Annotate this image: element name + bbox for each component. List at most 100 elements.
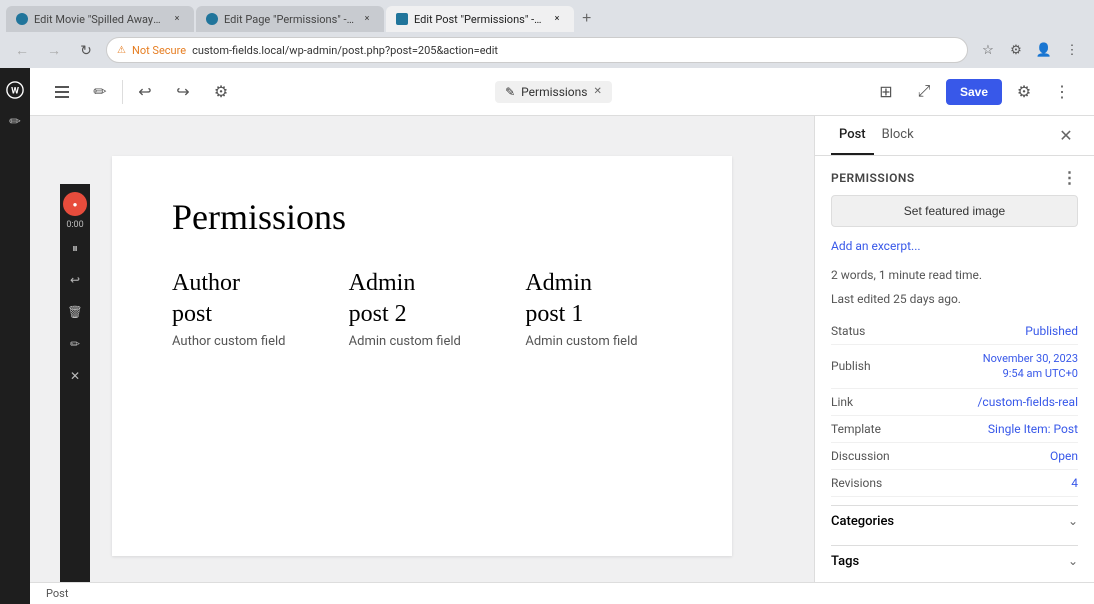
new-tab-button[interactable]: + [576, 10, 597, 28]
status-value[interactable]: Published [1025, 324, 1078, 338]
panel-section-header: Permissions ⋮ [831, 168, 1078, 187]
revisions-row: Revisions 4 [831, 470, 1078, 497]
template-value[interactable]: Single Item: Post [988, 422, 1078, 436]
status-bar: Post [30, 582, 1094, 604]
sidebar-icon-edit[interactable]: ✏ [1, 108, 29, 136]
col-field-3: Admin custom field [525, 334, 672, 349]
settings-button[interactable]: ⚙ [1008, 76, 1040, 108]
column-2: Admin post 2 Admin custom field [349, 268, 496, 349]
forward-button[interactable]: → [42, 38, 66, 62]
excerpt-link[interactable]: Add an excerpt... [831, 239, 921, 253]
tab-label-3: Edit Post "Permissions" - cu... [414, 13, 544, 26]
tools-button[interactable]: ⚙ [205, 76, 237, 108]
main-layout: W ✏ ✏ ↩ ↪ ⚙ [0, 68, 1094, 604]
tab-block[interactable]: Block [874, 116, 922, 155]
toggle-sidebar-button[interactable] [46, 76, 78, 108]
back-button[interactable]: ← [10, 38, 34, 62]
recording-time: 0:00 [66, 220, 83, 230]
featured-image-section: Set featured image [831, 195, 1078, 227]
reload-button[interactable]: ↻ [74, 38, 98, 62]
record-button[interactable]: ● [63, 192, 87, 216]
browser-tab-1[interactable]: Edit Movie "Spilled Away" - ... × [6, 6, 194, 32]
profile-button[interactable]: 👤 [1032, 38, 1056, 62]
svg-text:W: W [11, 87, 19, 97]
tab-favicon-2 [206, 13, 218, 25]
status-label: Status [831, 324, 865, 338]
column-1: Author post Author custom field [172, 268, 319, 349]
browser-tab-3[interactable]: Edit Post "Permissions" - cu... × [386, 6, 574, 32]
col-field-1: Author custom field [172, 334, 319, 349]
tab-close-1[interactable]: × [170, 12, 184, 26]
template-label: Template [831, 422, 881, 436]
bookmark-button[interactable]: ☆ [976, 38, 1000, 62]
editor-toolbar: ✏ ↩ ↪ ⚙ ✎ Permissions ✕ ⊞ ⤢ Save ⚙ ⋮ [30, 68, 1094, 116]
featured-image-button[interactable]: Set featured image [831, 195, 1078, 227]
fullscreen-button[interactable]: ⤢ [908, 76, 940, 108]
panel-body: Permissions ⋮ Set featured image Add an … [815, 156, 1094, 582]
panel-tabs: Post Block ✕ [815, 116, 1094, 156]
more-button[interactable]: ⋮ [1046, 76, 1078, 108]
status-row: Status Published [831, 318, 1078, 345]
toolbar-right: ⊞ ⤢ Save ⚙ ⋮ [870, 76, 1078, 108]
tags-chevron-icon: ⌄ [1068, 554, 1078, 568]
editor-and-panel: ● 0:00 ⏸ ↩ 🗑 ✏ ✕ Permissions Author [30, 116, 1094, 582]
wp-logo[interactable]: W [1, 76, 29, 104]
security-warning-icon: ⚠ [117, 45, 126, 56]
recording-toolbar: ● 0:00 ⏸ ↩ 🗑 ✏ ✕ [60, 184, 90, 582]
categories-chevron-icon: ⌄ [1068, 514, 1078, 528]
panel-section-label: Permissions [831, 171, 915, 185]
right-panel: Post Block ✕ Permissions ⋮ Set featured … [814, 116, 1094, 582]
col-heading-1: Author post [172, 268, 319, 330]
tags-accordion[interactable]: Tags ⌄ [831, 545, 1078, 577]
discussion-value[interactable]: Open [1050, 449, 1078, 463]
link-value[interactable]: /custom-fields-real [977, 395, 1078, 409]
discussion-row: Discussion Open [831, 443, 1078, 470]
content-columns: Author post Author custom field Admin po… [172, 268, 672, 349]
address-bar[interactable]: ⚠ Not Secure custom-fields.local/wp-admi… [106, 37, 968, 63]
publish-value[interactable]: November 30, 20239:54 am UTC+0 [983, 351, 1078, 382]
editor-canvas: ● 0:00 ⏸ ↩ 🗑 ✏ ✕ Permissions Author [30, 116, 814, 582]
tab-favicon-1 [16, 13, 28, 25]
col-field-2: Admin custom field [349, 334, 496, 349]
browser-tab-2[interactable]: Edit Page "Permissions" - cu... × [196, 6, 384, 32]
preview-tab: ✎ Permissions ✕ [495, 81, 612, 103]
pause-button[interactable]: ⏸ [61, 234, 89, 262]
col-heading-3: Admin post 1 [525, 268, 672, 330]
edit-rec-button[interactable]: ✏ [61, 330, 89, 358]
publish-row: Publish November 30, 20239:54 am UTC+0 [831, 345, 1078, 389]
panel-close-button[interactable]: ✕ [1054, 124, 1078, 148]
address-text: custom-fields.local/wp-admin/post.php?po… [192, 44, 498, 57]
preview-label: Permissions [521, 85, 587, 99]
categories-accordion[interactable]: Categories ⌄ [831, 505, 1078, 537]
menu-button[interactable]: ⋮ [1060, 38, 1084, 62]
publish-label: Publish [831, 359, 871, 373]
col-heading-2: Admin post 2 [349, 268, 496, 330]
revisions-value[interactable]: 4 [1071, 476, 1078, 490]
undo-rec-button[interactable]: ↩ [61, 266, 89, 294]
page-title: Permissions [172, 196, 672, 238]
tab-favicon-3 [396, 13, 408, 25]
tab-close-2[interactable]: × [360, 12, 374, 26]
tab-close-3[interactable]: × [550, 12, 564, 26]
panel-section-menu[interactable]: ⋮ [1062, 168, 1079, 187]
extensions-button[interactable]: ⚙ [1004, 38, 1028, 62]
editor-area: ✏ ↩ ↪ ⚙ ✎ Permissions ✕ ⊞ ⤢ Save ⚙ ⋮ [30, 68, 1094, 604]
save-button[interactable]: Save [946, 79, 1002, 105]
status-bar-text: Post [46, 587, 68, 600]
delete-rec-button[interactable]: 🗑 [61, 298, 89, 326]
discussion-label: Discussion [831, 449, 890, 463]
view-options-button[interactable]: ⊞ [870, 76, 902, 108]
excerpt-section: Add an excerpt... [831, 239, 1078, 254]
browser-toolbar: ← → ↻ ⚠ Not Secure custom-fields.local/w… [0, 32, 1094, 68]
browser-actions: ☆ ⚙ 👤 ⋮ [976, 38, 1084, 62]
tab-label-1: Edit Movie "Spilled Away" - ... [34, 13, 164, 26]
toolbar-divider [122, 80, 123, 104]
preview-close-button[interactable]: ✕ [593, 86, 601, 97]
tab-post[interactable]: Post [831, 116, 874, 155]
redo-button[interactable]: ↪ [167, 76, 199, 108]
edit-button[interactable]: ✏ [84, 76, 116, 108]
tags-label: Tags [831, 554, 859, 569]
column-3: Admin post 1 Admin custom field [525, 268, 672, 349]
undo-button[interactable]: ↩ [129, 76, 161, 108]
close-rec-button[interactable]: ✕ [61, 362, 89, 390]
